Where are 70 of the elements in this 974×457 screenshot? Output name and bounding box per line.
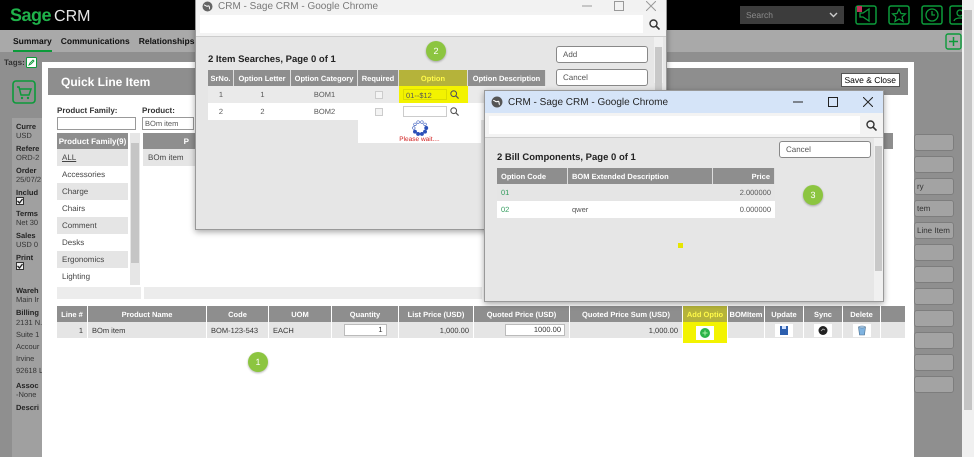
list-item[interactable]: Ergonomics — [57, 251, 128, 268]
search-icon[interactable] — [649, 18, 660, 30]
cancel-button[interactable]: Cancel — [779, 141, 871, 158]
cart-icon — [12, 80, 36, 104]
input-field[interactable] — [403, 106, 447, 117]
field-label: Product Family: — [57, 106, 118, 115]
action-button[interactable]: ry — [914, 178, 954, 195]
list-item[interactable]: Accessories — [57, 166, 128, 183]
step-marker: 1 — [248, 352, 268, 372]
list-item[interactable]: BOm item — [143, 149, 196, 166]
dialog-button[interactable]: Add — [556, 46, 648, 63]
product-name: CRM — [54, 8, 90, 26]
user-icon[interactable] — [949, 5, 962, 25]
search-icon[interactable] — [450, 107, 459, 116]
action-button[interactable] — [914, 332, 954, 349]
list-item[interactable]: Desks — [57, 234, 128, 251]
action-button[interactable] — [914, 354, 954, 371]
action-button[interactable] — [914, 288, 954, 305]
action-button[interactable] — [914, 134, 954, 151]
chevron-down-icon — [829, 12, 838, 18]
tab[interactable]: Communications — [60, 30, 130, 52]
tab[interactable]: Relationships — [138, 30, 194, 52]
action-button[interactable] — [914, 156, 954, 173]
tags-label: Tags: — [4, 58, 25, 67]
input-field[interactable] — [57, 117, 136, 130]
highlight-mark — [678, 243, 683, 248]
search-icon[interactable] — [866, 120, 877, 130]
column-header: Product Family(9) — [57, 133, 128, 149]
save-icon[interactable] — [775, 324, 793, 336]
dialog-button[interactable]: Cancel — [556, 69, 648, 86]
add-icon[interactable] — [945, 33, 962, 50]
list-item[interactable]: Chairs — [57, 200, 128, 217]
search-icon[interactable] — [450, 90, 459, 99]
window-title: CRM - Sage CRM - Google Chrome — [218, 0, 378, 12]
list-item[interactable]: Charge — [57, 183, 128, 200]
scrollbar[interactable] — [144, 287, 482, 299]
action-button[interactable] — [914, 376, 954, 393]
step-marker: 2 — [426, 41, 446, 61]
globe-icon — [491, 96, 503, 108]
star-icon[interactable] — [888, 5, 910, 25]
checkbox[interactable] — [16, 197, 24, 205]
save-close-button[interactable]: Save & Close — [840, 72, 900, 86]
add-icon[interactable] — [696, 326, 714, 340]
action-button[interactable] — [914, 310, 954, 327]
action-button[interactable]: Line Item — [914, 222, 954, 239]
results-heading: 2 Bill Components, Page 0 of 1 — [497, 152, 637, 163]
scrollbar[interactable] — [962, 0, 974, 457]
list-item[interactable]: Comment — [57, 217, 128, 234]
trash-icon[interactable] — [852, 324, 870, 336]
close-icon[interactable] — [863, 97, 873, 107]
scrollbar[interactable] — [874, 138, 883, 301]
step-marker: 3 — [803, 185, 823, 205]
tab[interactable]: Summary — [13, 30, 52, 52]
list-item[interactable]: ALL — [57, 149, 128, 166]
window-title: CRM - Sage CRM - Google Chrome — [508, 96, 668, 108]
brand-logo-text: Sage — [10, 4, 52, 26]
scrollbar[interactable] — [130, 133, 140, 285]
results-heading: 2 Item Searches, Page 0 of 1 — [208, 54, 337, 65]
checkbox[interactable] — [16, 262, 24, 270]
maximize-icon[interactable] — [828, 97, 838, 107]
field-label: Product: — [142, 106, 175, 115]
megaphone-icon[interactable] — [855, 5, 877, 25]
edit-icon[interactable] — [26, 57, 37, 68]
dialog-title: Quick Line Item — [61, 74, 150, 88]
action-button[interactable] — [914, 244, 954, 261]
clock-icon[interactable] — [921, 5, 943, 25]
sync-icon[interactable] — [814, 324, 832, 336]
list-item[interactable]: Lighting — [57, 268, 128, 285]
action-button[interactable]: tem — [914, 200, 954, 217]
action-button[interactable] — [914, 266, 954, 283]
